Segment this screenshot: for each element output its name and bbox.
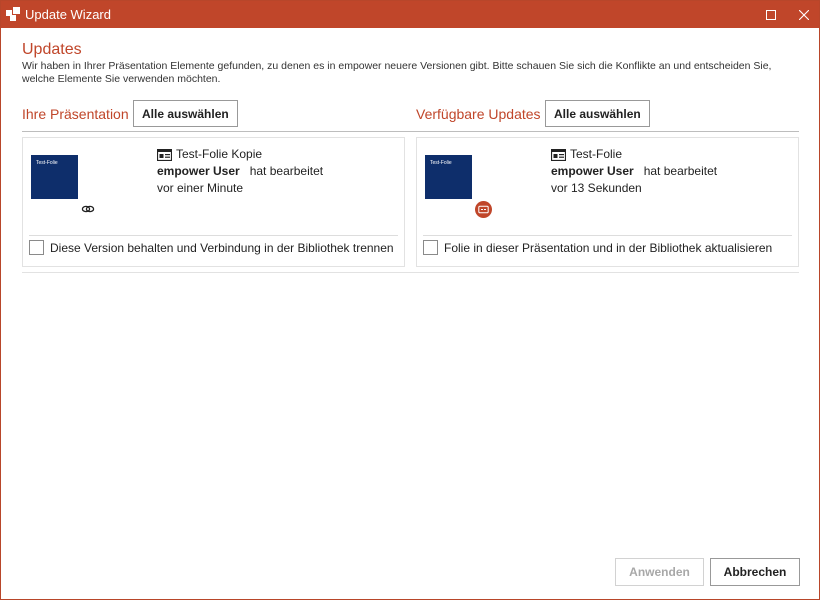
slide-icon <box>157 148 172 161</box>
slide-thumbnail: Test-Folie <box>31 155 78 199</box>
title-bar: Update Wizard <box>1 1 819 28</box>
select-all-right-button[interactable]: Alle auswählen <box>545 100 650 127</box>
slide-name: Test-Folie <box>570 147 623 161</box>
update-option[interactable]: Folie in dieser Präsentation und in der … <box>423 240 772 255</box>
keep-version-label: Diese Version behalten und Verbindung in… <box>50 240 394 255</box>
maximize-icon <box>766 9 776 20</box>
keep-version-checkbox[interactable] <box>29 240 44 255</box>
page-title: Updates <box>22 41 82 58</box>
window-title: Update Wizard <box>25 7 111 22</box>
cancel-button[interactable]: Abbrechen <box>710 558 800 586</box>
section-label-your-presentation: Ihre Präsentation <box>22 106 129 122</box>
slide-name: Test-Folie Kopie <box>176 147 263 161</box>
edit-action: hat bearbeitet <box>643 164 718 178</box>
sync-icon <box>478 205 489 214</box>
link-icon <box>81 205 95 213</box>
local-version-card: Test-Folie Test-Folie Kopie empower User… <box>22 137 405 267</box>
close-button[interactable] <box>789 1 819 28</box>
thumbnail-title: Test-Folie <box>430 160 452 166</box>
card-divider <box>29 235 398 236</box>
update-version-card: Test-Folie Test-Folie empower User hat b… <box>416 137 799 267</box>
editor-name: empower User <box>551 164 634 178</box>
slide-info: Test-Folie Kopie empower User hat bearbe… <box>157 146 323 197</box>
list-bottom-divider <box>22 272 799 273</box>
editor-name: empower User <box>157 164 240 178</box>
update-label: Folie in dieser Präsentation und in der … <box>444 240 773 255</box>
card-divider <box>423 235 792 236</box>
edit-time: vor 13 Sekunden <box>551 181 642 195</box>
sync-badge <box>475 201 492 218</box>
select-all-left-button[interactable]: Alle auswählen <box>133 100 238 127</box>
section-divider <box>22 131 799 132</box>
maximize-button[interactable] <box>756 1 786 28</box>
section-label-available-updates: Verfügbare Updates <box>416 106 541 122</box>
edit-action: hat bearbeitet <box>249 164 324 178</box>
keep-version-option[interactable]: Diese Version behalten und Verbindung in… <box>29 240 394 255</box>
slide-icon <box>551 148 566 161</box>
app-logo-icon <box>6 7 20 21</box>
apply-button[interactable]: Anwenden <box>615 558 704 586</box>
slide-info: Test-Folie empower User hat bearbeitet v… <box>551 146 717 197</box>
intro-text: Wir haben in Ihrer Präsentation Elemente… <box>22 60 772 85</box>
edit-time: vor einer Minute <box>157 181 244 195</box>
slide-thumbnail: Test-Folie <box>425 155 472 199</box>
close-icon <box>799 9 809 20</box>
update-wizard-window: Update Wizard Updates Wir haben in Ihrer… <box>0 0 820 600</box>
update-checkbox[interactable] <box>423 240 438 255</box>
thumbnail-title: Test-Folie <box>36 160 58 166</box>
